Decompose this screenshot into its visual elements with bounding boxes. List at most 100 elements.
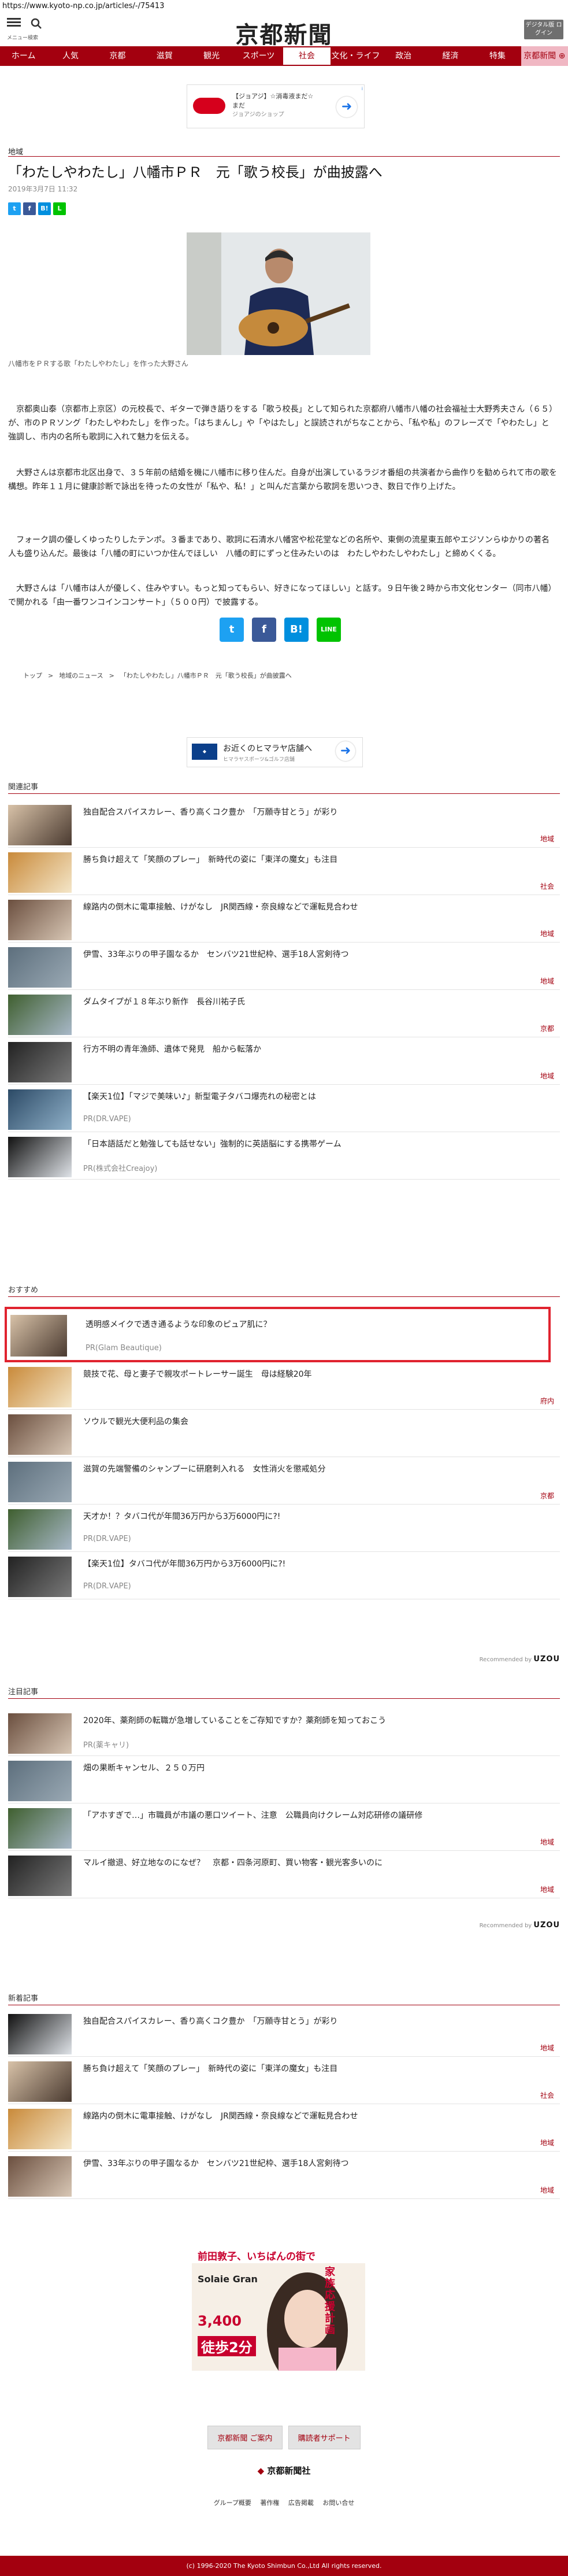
list-item[interactable]: 透明感メイクで透き通るような印象のピュア肌に？ PR(Glam Beautique… <box>5 1307 551 1362</box>
nav-item[interactable]: 特集 <box>474 46 521 66</box>
article-thumbnail[interactable] <box>8 2061 72 2102</box>
list-item-title[interactable]: 「日本語話だと勉強しても話せない」強制的に英語脳にする携帯ゲーム <box>83 1138 522 1150</box>
list-item-title[interactable]: 【楽天1位】「マジで美味い♪」新型電子タバコ爆売れの秘密とは <box>83 1091 522 1102</box>
ad-arrow-icon[interactable]: ➜ <box>336 741 355 761</box>
list-item-title[interactable]: 伊雪、33年ぶりの甲子園なるか センバツ21世紀枠、選手18人宮剣待つ <box>83 2157 522 2169</box>
mid-ad[interactable]: ◆ お近くのヒマラヤ店舗へ ヒマラヤスポーツ&ゴルフ店舗 ➜ <box>187 737 363 767</box>
line-share-icon[interactable]: LINE <box>317 618 341 642</box>
article-thumbnail[interactable] <box>8 1557 72 1597</box>
list-item[interactable]: 天才か！？タバコ代が年間36万円から3万6000円に?! PR(DR.VAPE) <box>8 1505 560 1552</box>
line-share-icon[interactable]: L <box>53 202 66 215</box>
nav-item[interactable]: 文化・ライフ <box>332 46 380 66</box>
list-item[interactable]: 「アホすぎで…」市職員が市議の悪口ツイート、注意 公職員向けクレーム対応研修の議… <box>8 1803 560 1851</box>
list-item-title[interactable]: 透明感メイクで透き通るような印象のピュア肌に？ <box>86 1318 525 1330</box>
article-thumbnail[interactable] <box>8 1367 72 1407</box>
facebook-share-icon[interactable]: f <box>252 618 276 642</box>
list-item-title[interactable]: 2020年、薬剤師の転職が急増していることをご存知ですか？薬剤師を知っておこう <box>83 1714 522 1726</box>
footer-link[interactable]: 著作権 <box>260 2499 279 2507</box>
nav-item[interactable]: 経済 <box>427 46 474 66</box>
list-item-title[interactable]: 伊雪、33年ぶりの甲子園なるか センバツ21世紀枠、選手18人宮剣待つ <box>83 948 522 960</box>
footer-support-button[interactable]: 購読者サポート <box>288 2426 361 2449</box>
list-item-category[interactable]: 地域 <box>540 2138 554 2148</box>
list-item[interactable]: 畑の果断キャンセル、２５０万円 <box>8 1756 560 1803</box>
ad-arrow-icon[interactable]: ➜ <box>336 97 357 117</box>
nav-item[interactable]: 滋賀 <box>141 46 188 66</box>
article-thumbnail[interactable] <box>8 1761 72 1801</box>
list-item[interactable]: ソウルで観光大便利品の集会 <box>8 1410 560 1457</box>
list-item-category[interactable]: 社会 <box>540 2090 554 2100</box>
list-item[interactable]: ダムタイプが１８年ぶり新作 長谷川祐子氏 京都 <box>8 990 560 1037</box>
footer-link[interactable]: お問い合せ <box>322 2499 354 2507</box>
list-item-title[interactable]: 独自配合スパイスカレー、香り高くコク豊か 「万願寺甘とう」が彩り <box>83 806 522 818</box>
list-item[interactable]: 勝ち負け超えて「笑顔のプレー」 新時代の姿に「東洋の魔女」も注目 社会 <box>8 2057 560 2104</box>
article-thumbnail[interactable] <box>8 2109 72 2149</box>
nav-item[interactable]: 社会 <box>282 46 332 66</box>
list-item-category[interactable]: 地域 <box>540 1071 554 1081</box>
list-item[interactable]: 【楽天1位】タバコ代が年間36万円から3万6000円に?! PR(DR.VAPE) <box>8 1552 560 1599</box>
article-section-label[interactable]: 地域 <box>8 146 23 157</box>
article-thumbnail[interactable] <box>8 1042 72 1082</box>
nav-item[interactable]: 政治 <box>380 46 427 66</box>
article-thumbnail[interactable] <box>8 1089 72 1130</box>
list-item[interactable]: 独自配合スパイスカレー、香り高くコク豊か 「万願寺甘とう」が彩り 地域 <box>8 800 560 848</box>
list-item-category[interactable]: 地域 <box>540 1884 554 1894</box>
article-thumbnail[interactable] <box>8 1462 72 1502</box>
twitter-share-icon[interactable]: t <box>8 202 21 215</box>
footer-link[interactable]: 広告掲載 <box>288 2499 314 2507</box>
list-item[interactable]: 勝ち負け超えて「笑顔のプレー」 新時代の姿に「東洋の魔女」も注目 社会 <box>8 848 560 895</box>
hatena-share-icon[interactable]: B! <box>284 618 309 642</box>
twitter-share-icon[interactable]: t <box>220 618 244 642</box>
list-item-title[interactable]: 【楽天1位】タバコ代が年間36万円から3万6000円に?! <box>83 1558 522 1569</box>
article-thumbnail[interactable] <box>8 852 72 893</box>
list-item-title[interactable]: 線路内の倒木に電車接触、けがなし JR関西線・奈良線などで運転見合わせ <box>83 2110 522 2122</box>
article-thumbnail[interactable] <box>8 1137 72 1177</box>
list-item-title[interactable]: 滋賀の先端警備のシャンプーに研磨刺入れる 女性消火を懲戒処分 <box>83 1463 522 1474</box>
digital-login-button[interactable]: デジタル版 ログイン <box>524 20 563 39</box>
list-item-title[interactable]: ダムタイプが１８年ぶり新作 長谷川祐子氏 <box>83 996 522 1007</box>
breadcrumb-item[interactable]: トップ <box>23 672 42 679</box>
facebook-share-icon[interactable]: f <box>23 202 36 215</box>
list-item[interactable]: 伊雪、33年ぶりの甲子園なるか センバツ21世紀枠、選手18人宮剣待つ地域 <box>8 943 560 990</box>
article-thumbnail[interactable] <box>8 2014 72 2054</box>
article-thumbnail[interactable] <box>8 1414 72 1455</box>
list-item[interactable]: 行方不明の青年漁師、遺体で発見 船から転落か地域 <box>8 1037 560 1085</box>
list-item[interactable]: 【楽天1位】「マジで美味い♪」新型電子タバコ爆売れの秘密とは PR(DR.VAPE… <box>8 1085 560 1132</box>
site-logo[interactable]: 京都新聞 <box>0 16 568 50</box>
list-item-category[interactable]: 地域 <box>540 2185 554 2195</box>
top-ad[interactable]: 【ジョアジ】☆消毒液まだ☆まだ ジョアジのショップ ➜ i <box>187 84 365 128</box>
footer-guide-button[interactable]: 京都新聞 ご案内 <box>207 2426 283 2449</box>
nav-item[interactable]: スポーツ <box>235 46 282 66</box>
list-item[interactable]: 「日本語話だと勉強しても話せない」強制的に英語脳にする携帯ゲーム PR(株式会社C… <box>8 1132 560 1180</box>
nav-item[interactable]: ホーム <box>0 46 47 66</box>
footer-link[interactable]: グループ概要 <box>214 2499 251 2507</box>
list-item-title[interactable]: 勝ち負け超えて「笑顔のプレー」 新時代の姿に「東洋の魔女」も注目 <box>83 853 522 865</box>
uzou-logo[interactable]: UZOU <box>533 1921 560 1930</box>
list-item-category[interactable]: 府内 <box>540 1396 554 1406</box>
list-item[interactable]: 2020年、薬剤師の転職が急増していることをご存知ですか？薬剤師を知っておこう P… <box>8 1709 560 1756</box>
list-item-title[interactable]: 線路内の倒木に電車接触、けがなし JR関西線・奈良線などで運転見合わせ <box>83 901 522 912</box>
article-thumbnail[interactable] <box>10 1315 67 1357</box>
list-item-title[interactable]: ソウルで観光大便利品の集会 <box>83 1415 522 1427</box>
list-item-title[interactable]: 行方不明の青年漁師、遺体で発見 船から転落か <box>83 1043 522 1055</box>
list-item-category[interactable]: 地域 <box>540 976 554 986</box>
list-item[interactable]: 滋賀の先端警備のシャンプーに研磨刺入れる 女性消火を懲戒処分 京都 <box>8 1457 560 1505</box>
article-thumbnail[interactable] <box>8 900 72 940</box>
list-item[interactable]: 伊雪、33年ぶりの甲子園なるか センバツ21世紀枠、選手18人宮剣待つ地域 <box>8 2152 560 2199</box>
list-item-category[interactable]: 地域 <box>540 2043 554 2053</box>
banner-ad[interactable]: 前田敦子、いちばんの街で 家族応援計画 Solaie Gran 3,400 徒歩… <box>192 2244 365 2388</box>
list-item-category[interactable]: 地域 <box>540 1837 554 1847</box>
list-item-title[interactable]: 「アホすぎで…」市職員が市議の悪口ツイート、注意 公職員向けクレーム対応研修の議… <box>83 1809 522 1821</box>
ad-info-icon[interactable]: i <box>362 86 363 91</box>
footer-logo[interactable]: ◆ 京都新聞社 <box>0 2464 568 2477</box>
article-thumbnail[interactable] <box>8 1856 72 1896</box>
uzou-logo[interactable]: UZOU <box>533 1655 560 1664</box>
article-thumbnail[interactable] <box>8 1509 72 1550</box>
article-thumbnail[interactable] <box>8 2156 72 2197</box>
breadcrumb-item[interactable]: 地域のニュース <box>59 672 103 679</box>
hatena-share-icon[interactable]: B! <box>38 202 51 215</box>
list-item[interactable]: 線路内の倒木に電車接触、けがなし JR関西線・奈良線などで運転見合わせ地域 <box>8 2104 560 2152</box>
list-item-title[interactable]: マルイ撤退、好立地なのになぜ？ 京都・四条河原町、買い物客・観光客多いのに <box>83 1857 522 1868</box>
nav-item[interactable]: 人気 <box>47 46 94 66</box>
list-item[interactable]: マルイ撤退、好立地なのになぜ？ 京都・四条河原町、買い物客・観光客多いのに地域 <box>8 1851 560 1898</box>
nav-item[interactable]: 観光 <box>188 46 235 66</box>
